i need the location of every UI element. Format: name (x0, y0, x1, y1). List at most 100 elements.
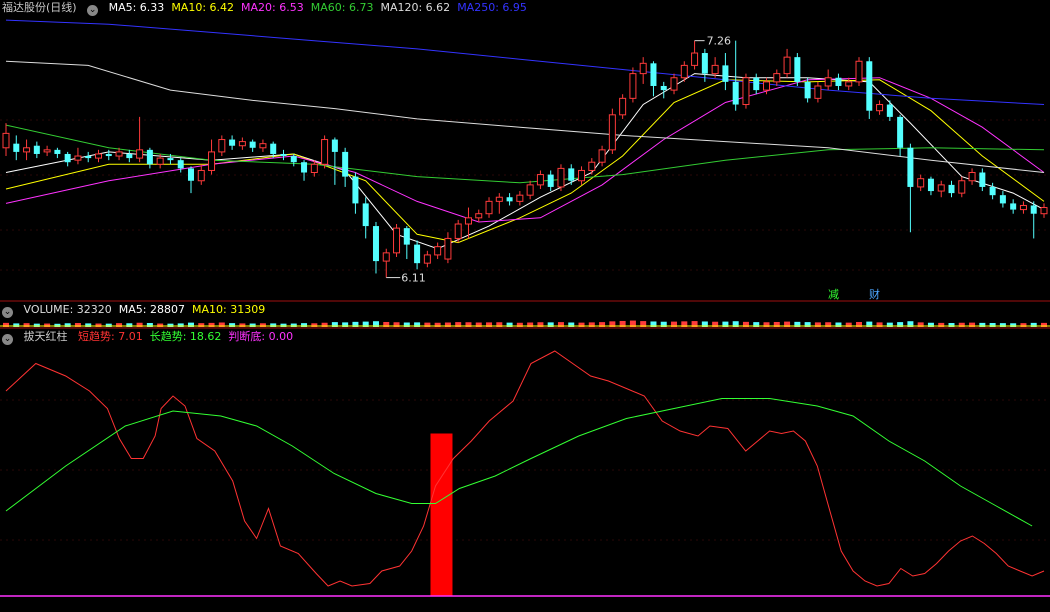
candle-body (393, 227, 401, 254)
candle-body (516, 194, 524, 202)
candle-body (13, 143, 20, 152)
candle-body (33, 145, 40, 154)
candle-body (136, 149, 144, 159)
candle-body (927, 178, 934, 192)
candle-body (608, 114, 616, 151)
candle-body (342, 151, 349, 177)
candle-body (999, 195, 1006, 204)
tag-cai[interactable]: 财 (869, 286, 880, 302)
candle-body (85, 156, 92, 159)
ma-line-ma60 (5, 124, 1045, 184)
candle-body (845, 81, 853, 87)
candle-body (105, 153, 112, 157)
candle-body (126, 153, 133, 159)
candle-body (2, 132, 10, 149)
candle-body (146, 149, 153, 165)
candle-body (783, 56, 791, 75)
candle-body (187, 168, 194, 181)
indicator-line (5, 398, 1033, 527)
candle-body (968, 172, 976, 182)
candle-body (238, 141, 246, 147)
candle-body (485, 200, 493, 215)
candle-body (824, 77, 832, 87)
candle-body (763, 81, 771, 91)
candle-body (958, 180, 966, 194)
candle-body (794, 57, 801, 82)
stock-chart-canvas[interactable]: 7.26 6.11 (0, 0, 1050, 612)
candle-body (691, 52, 699, 66)
candle-body (804, 81, 811, 99)
candle-body (331, 139, 338, 152)
candle-body (680, 64, 688, 79)
candle-body (598, 149, 606, 163)
red-bar (430, 433, 453, 596)
candle-body (249, 141, 256, 148)
candle-body (64, 153, 71, 163)
candle-body (444, 237, 452, 260)
candle-body (937, 184, 945, 192)
candle-body (536, 174, 544, 186)
candle-body (876, 104, 884, 112)
candle-body (742, 77, 750, 106)
candle-body (167, 158, 174, 161)
ma-line-ma20 (5, 77, 1045, 223)
candle-body (897, 116, 904, 148)
high-price-label: 7.26 (707, 35, 732, 48)
candle-body (23, 147, 31, 153)
candle-body (352, 176, 359, 204)
candle-body (464, 217, 472, 225)
candle-body (259, 143, 267, 149)
candle-body (280, 153, 287, 157)
candle-body (270, 143, 277, 154)
candle-body (526, 184, 534, 196)
candle-body (506, 197, 513, 202)
candle-body (711, 64, 719, 75)
candle-body (54, 149, 61, 154)
candle-body (773, 73, 781, 83)
candle-body (886, 104, 893, 117)
candle-body (855, 60, 863, 83)
candle-body (557, 167, 565, 188)
candle-body (208, 151, 216, 171)
candle-body (423, 254, 431, 264)
candle-body (475, 213, 483, 219)
candle-body (321, 139, 329, 165)
candle-body (74, 155, 82, 161)
candle-body (753, 77, 760, 91)
candle-body (979, 172, 986, 187)
candle-body (670, 77, 678, 91)
candle-body (948, 184, 955, 194)
candle-body (454, 223, 462, 239)
candle-body (814, 85, 822, 99)
candle-body (1010, 203, 1017, 210)
candle-body (310, 163, 318, 174)
volume-bar (54, 323, 61, 327)
candle-body (372, 226, 379, 262)
candle-body (301, 162, 308, 173)
candle-body (866, 61, 873, 111)
candle-body (568, 168, 575, 181)
candle-body (495, 196, 503, 202)
candle-body (382, 252, 390, 262)
tag-jian[interactable]: 减 (828, 286, 839, 302)
candle-body (835, 77, 842, 86)
candle-body (629, 73, 637, 99)
candle-body (229, 139, 236, 146)
candle-body (722, 65, 729, 82)
candle-body (43, 149, 51, 153)
candle-body (660, 85, 667, 91)
candle-body (639, 62, 647, 75)
candle-body (578, 169, 586, 182)
candle-body (414, 244, 421, 264)
candle-body (547, 174, 554, 187)
candle-body (701, 53, 708, 74)
candle-body (403, 228, 410, 245)
candle-body (732, 81, 739, 105)
indicator-line (5, 350, 1045, 587)
candle-body (907, 147, 914, 187)
candle-body (177, 160, 184, 169)
candle-body (1019, 204, 1027, 211)
candle-body (989, 186, 996, 196)
candle-body (156, 157, 164, 165)
candle-body (197, 169, 205, 182)
